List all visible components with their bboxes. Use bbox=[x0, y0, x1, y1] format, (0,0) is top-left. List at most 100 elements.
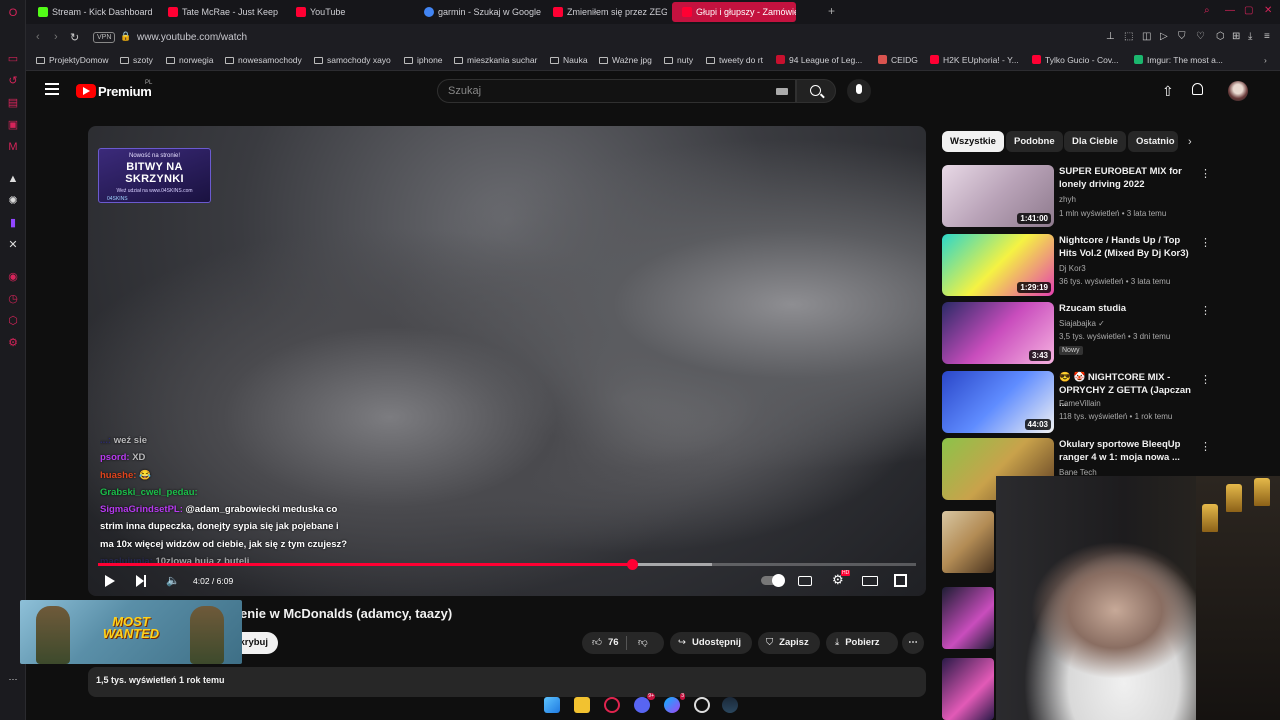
create-upload-icon[interactable]: ⇧ bbox=[1162, 83, 1174, 100]
recommendation-title[interactable]: Rzucam studia bbox=[1059, 302, 1199, 315]
menu-icon[interactable]: ≡ bbox=[1264, 31, 1270, 42]
save-button[interactable]: ⛉ Zapisz bbox=[758, 632, 820, 654]
theater-mode-icon[interactable] bbox=[862, 576, 878, 586]
subtitles-icon[interactable] bbox=[798, 576, 812, 586]
recommendation-title[interactable]: Okulary sportowe BleeqUp ranger 4 w 1: m… bbox=[1059, 438, 1199, 464]
aria-icon[interactable]: ▲ bbox=[6, 172, 20, 186]
avatar[interactable] bbox=[1228, 81, 1248, 101]
tab-youtube[interactable]: YouTube bbox=[286, 2, 406, 22]
fullscreen-icon[interactable] bbox=[894, 574, 907, 587]
discord-icon[interactable]: 9+ bbox=[634, 693, 655, 713]
search-tabs-icon[interactable]: ⌕ bbox=[1204, 6, 1214, 16]
like-button[interactable]: 👍︎ 76 bbox=[592, 632, 619, 654]
bookmark-folder[interactable]: ProjektyDomow bbox=[36, 55, 109, 65]
more-options-icon[interactable]: ⋮ bbox=[1200, 304, 1211, 317]
messages-icon[interactable]: ▣ bbox=[6, 118, 20, 132]
x-icon[interactable]: ✕ bbox=[6, 238, 20, 252]
bookmark-folder[interactable]: Ważne jpg bbox=[599, 55, 652, 65]
bookmark-folder[interactable]: samochody xayo bbox=[314, 55, 391, 65]
bookmark-link[interactable]: CEIDG bbox=[878, 55, 918, 65]
clock-icon[interactable]: ◷ bbox=[6, 292, 20, 306]
video-thumbnail[interactable] bbox=[942, 511, 994, 573]
bookmark-folder[interactable]: nowesamochody bbox=[225, 55, 302, 65]
maximize-icon[interactable]: ▢ bbox=[1244, 6, 1254, 16]
search-input[interactable] bbox=[448, 80, 748, 102]
tab-google-garmin[interactable]: garmin - Szukaj w Google bbox=[414, 2, 542, 22]
more-options-icon[interactable]: ⋮ bbox=[1200, 236, 1211, 249]
video-thumbnail[interactable] bbox=[942, 587, 994, 649]
search-button[interactable] bbox=[796, 79, 836, 103]
chatgpt-icon[interactable]: ✺ bbox=[6, 194, 20, 208]
bookmark-link[interactable]: H2K EUphoria! - Y... bbox=[930, 55, 1019, 65]
app-icon[interactable] bbox=[694, 697, 710, 713]
play-icon[interactable]: ▷ bbox=[1160, 31, 1168, 42]
settings-sidebar-icon[interactable]: ⚙ bbox=[6, 336, 20, 350]
more-options-icon[interactable]: ⋮ bbox=[1200, 373, 1211, 386]
history-icon[interactable]: ↺ bbox=[6, 74, 20, 88]
volume-icon[interactable]: 🔈 bbox=[166, 575, 180, 587]
more-sidebar-icon[interactable]: ⋯ bbox=[6, 672, 20, 686]
windows-start-icon[interactable] bbox=[544, 697, 560, 713]
tab-kick[interactable]: Stream - Kick Dashboard bbox=[28, 2, 160, 22]
chip-similar[interactable]: Podobne bbox=[1006, 131, 1063, 152]
chip-recent[interactable]: Ostatnio bbox=[1128, 131, 1178, 152]
video-thumbnail[interactable]: 1:41:00 bbox=[942, 165, 1054, 227]
twitch-icon[interactable]: ▮ bbox=[6, 216, 20, 230]
vpn-badge[interactable]: VPN bbox=[93, 32, 116, 43]
camera-icon[interactable]: ◫ bbox=[1142, 31, 1151, 42]
youtube-logo-icon[interactable] bbox=[76, 84, 96, 98]
bookmark-folder[interactable]: szoty bbox=[120, 55, 153, 65]
more-actions-icon[interactable]: ⋯ bbox=[902, 632, 924, 654]
screenshot-icon[interactable]: ⬚ bbox=[1124, 31, 1133, 42]
description-box[interactable]: 1,5 tys. wyświetleń 1 rok temu bbox=[88, 667, 926, 697]
bookmark-folder[interactable]: mieszkania suchar bbox=[454, 55, 537, 65]
minimize-icon[interactable]: — bbox=[1225, 6, 1235, 16]
new-tab-button[interactable]: + bbox=[828, 4, 835, 18]
player-icon[interactable]: ◉ bbox=[6, 270, 20, 284]
recommendation-item[interactable]: 1:29:19 Nightcore / Hands Up / Top Hits … bbox=[942, 234, 1222, 296]
wallet-icon[interactable]: ▤ bbox=[6, 96, 20, 110]
download-button[interactable]: ⤓ Pobierz bbox=[826, 632, 898, 654]
more-options-icon[interactable]: ⋮ bbox=[1200, 167, 1211, 180]
pin-icon[interactable]: ⊥ bbox=[1106, 31, 1115, 42]
channel-name[interactable]: Siajabajka ✓ bbox=[1059, 319, 1105, 328]
autoplay-toggle[interactable] bbox=[761, 574, 785, 587]
url-field[interactable]: www.youtube.com/watch bbox=[137, 32, 247, 43]
download-icon[interactable]: ⤓ bbox=[1248, 31, 1252, 42]
recommendation-item[interactable]: 3:43 Rzucam studia Siajabajka ✓ 3,5 tys.… bbox=[942, 302, 1222, 364]
bookmark-folder[interactable]: tweety do rt bbox=[706, 55, 763, 65]
voice-search-icon[interactable] bbox=[847, 79, 871, 103]
opera-icon[interactable] bbox=[604, 697, 620, 713]
lock-icon[interactable]: 🔒 bbox=[120, 31, 131, 42]
gmail-icon[interactable]: M bbox=[6, 140, 20, 154]
close-window-icon[interactable]: ✕ bbox=[1264, 6, 1274, 16]
video-thumbnail[interactable]: 3:43 bbox=[942, 302, 1054, 364]
forward-icon[interactable]: › bbox=[54, 31, 58, 43]
bookmarks-more-icon[interactable]: › bbox=[1264, 55, 1267, 65]
youtube-premium-brand[interactable]: Premium bbox=[98, 84, 152, 99]
steam-icon[interactable] bbox=[722, 697, 738, 713]
more-options-icon[interactable]: ⋮ bbox=[1200, 440, 1211, 453]
channel-name[interactable]: FameVillain bbox=[1059, 399, 1101, 408]
tab-tate-mcrae[interactable]: Tate McRae - Just Keep W bbox=[158, 2, 278, 22]
opera-logo-icon[interactable]: O bbox=[6, 6, 20, 20]
reload-icon[interactable]: ↻ bbox=[70, 31, 79, 44]
wallet-icon[interactable]: ⊞ bbox=[1232, 31, 1240, 42]
notifications-bell-icon[interactable] bbox=[1192, 83, 1203, 95]
video-thumbnail[interactable]: 44:03 bbox=[942, 371, 1054, 433]
chip-for-you[interactable]: Dla Ciebie bbox=[1064, 131, 1126, 152]
heart-icon[interactable]: ♡ bbox=[1196, 31, 1205, 42]
hamburger-menu-icon[interactable] bbox=[45, 83, 59, 95]
channel-name[interactable]: zhyh bbox=[1059, 195, 1076, 204]
bookmark-folder[interactable]: iphone bbox=[404, 55, 443, 65]
dislike-button[interactable]: 👎︎ bbox=[638, 632, 654, 654]
video-thumbnail[interactable] bbox=[942, 658, 994, 720]
chevron-right-icon[interactable]: › bbox=[1188, 136, 1192, 148]
share-button[interactable]: ↪ Udostępnij bbox=[670, 632, 752, 654]
progress-bar[interactable] bbox=[98, 559, 916, 570]
bookmark-folder[interactable]: nuty bbox=[664, 55, 693, 65]
bookmark-folder[interactable]: Nauka bbox=[550, 55, 588, 65]
messenger-icon[interactable]: 3 bbox=[664, 693, 685, 713]
bookmark-link[interactable]: 94 League of Leg... bbox=[776, 55, 862, 65]
bookmark-link[interactable]: Imgur: The most a... bbox=[1134, 55, 1223, 65]
